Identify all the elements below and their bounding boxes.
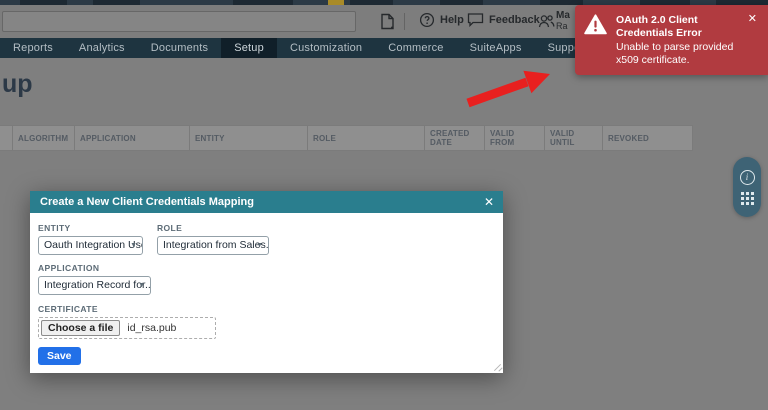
application-field: APPLICATION Integration Record for... ▼ xyxy=(38,263,493,295)
help-side-widget[interactable]: i xyxy=(733,157,761,217)
column-header-application[interactable]: APPLICATION xyxy=(75,126,190,150)
role-field: ROLE Integration from Sales... ▼ xyxy=(157,223,269,255)
error-toast: OAuth 2.0 Client Credentials Error Unabl… xyxy=(575,5,768,75)
warning-icon xyxy=(584,14,607,40)
column-header-role[interactable]: ROLE xyxy=(308,126,425,150)
help-button[interactable]: Help xyxy=(419,12,464,28)
feedback-button[interactable]: Feedback xyxy=(467,12,540,27)
feedback-label: Feedback xyxy=(489,13,540,26)
certificate-field: CERTIFICATE Choose a file id_rsa.pub xyxy=(38,304,493,339)
column-header-algorithm[interactable]: ALGORITHM xyxy=(13,126,75,150)
global-search-input[interactable] xyxy=(2,11,356,32)
credentials-table-header: ALGORITHM APPLICATION ENTITY ROLE CREATE… xyxy=(0,125,693,151)
column-header-created-date[interactable]: CREATED DATE xyxy=(425,126,485,150)
annotation-arrow xyxy=(466,70,550,108)
modal-resize-handle[interactable] xyxy=(493,363,501,371)
user-role-block[interactable]: Ma Ra xyxy=(556,10,570,32)
toast-message: Unable to parse provided x509 certificat… xyxy=(616,41,734,66)
apps-grid-icon[interactable] xyxy=(740,191,754,205)
modal-close-icon[interactable]: ✕ xyxy=(484,195,494,209)
column-header-entity[interactable]: ENTITY xyxy=(190,126,308,150)
nav-tab-setup[interactable]: Setup xyxy=(221,38,277,58)
entity-label: ENTITY xyxy=(38,223,71,233)
chevron-down-icon: ▼ xyxy=(138,282,145,289)
application-label: APPLICATION xyxy=(38,263,100,273)
toast-close-icon[interactable]: ✕ xyxy=(748,14,757,25)
modal-header[interactable]: Create a New Client Credentials Mapping … xyxy=(30,191,503,213)
certificate-file-input[interactable]: Choose a file id_rsa.pub xyxy=(38,317,216,339)
choose-file-button[interactable]: Choose a file xyxy=(41,320,121,336)
user-role: Ra xyxy=(556,21,568,31)
column-header-valid-until[interactable]: VALID UNTIL xyxy=(545,126,603,150)
entity-field: ENTITY Oauth Integration User ▼ xyxy=(38,223,143,255)
chevron-down-icon: ▼ xyxy=(256,242,263,249)
table-select-column-header xyxy=(0,126,13,150)
role-label: ROLE xyxy=(157,223,183,233)
certificate-label: CERTIFICATE xyxy=(38,304,98,314)
header-divider xyxy=(404,13,405,30)
toast-title: OAuth 2.0 Client Credentials Error xyxy=(616,14,702,39)
roles-people-icon[interactable] xyxy=(538,14,555,29)
new-document-icon[interactable] xyxy=(380,13,395,30)
help-icon xyxy=(419,12,435,28)
application-select-value: Integration Record for... xyxy=(44,279,151,291)
column-header-revoked[interactable]: REVOKED xyxy=(603,126,693,150)
role-select-value: Integration from Sales... xyxy=(163,239,269,251)
entity-select[interactable]: Oauth Integration User ▼ xyxy=(38,236,143,255)
feedback-icon xyxy=(467,12,484,27)
nav-tab-documents[interactable]: Documents xyxy=(138,38,221,58)
chevron-down-icon: ▼ xyxy=(130,242,137,249)
help-label: Help xyxy=(440,14,464,26)
column-header-valid-from[interactable]: VALID FROM xyxy=(485,126,545,150)
user-name: Ma xyxy=(556,10,570,21)
nav-tab-commerce[interactable]: Commerce xyxy=(375,38,456,58)
nav-tab-analytics[interactable]: Analytics xyxy=(66,38,138,58)
nav-tab-reports[interactable]: Reports xyxy=(0,38,66,58)
modal-title: Create a New Client Credentials Mapping xyxy=(40,196,254,208)
role-select[interactable]: Integration from Sales... ▼ xyxy=(157,236,269,255)
certificate-filename: id_rsa.pub xyxy=(127,322,177,334)
application-select[interactable]: Integration Record for... ▼ xyxy=(38,276,151,295)
save-button[interactable]: Save xyxy=(38,347,81,365)
nav-tab-customization[interactable]: Customization xyxy=(277,38,375,58)
create-mapping-modal: Create a New Client Credentials Mapping … xyxy=(30,191,503,373)
page-title: up xyxy=(2,70,33,98)
entity-select-value: Oauth Integration User xyxy=(44,239,143,251)
info-icon[interactable]: i xyxy=(739,169,755,185)
netsuite-app: Help Feedback Ma Ra Reports Analytics Do… xyxy=(0,0,768,410)
nav-tab-suiteapps[interactable]: SuiteApps xyxy=(457,38,535,58)
modal-body: ENTITY Oauth Integration User ▼ ROLE Int… xyxy=(30,213,503,373)
